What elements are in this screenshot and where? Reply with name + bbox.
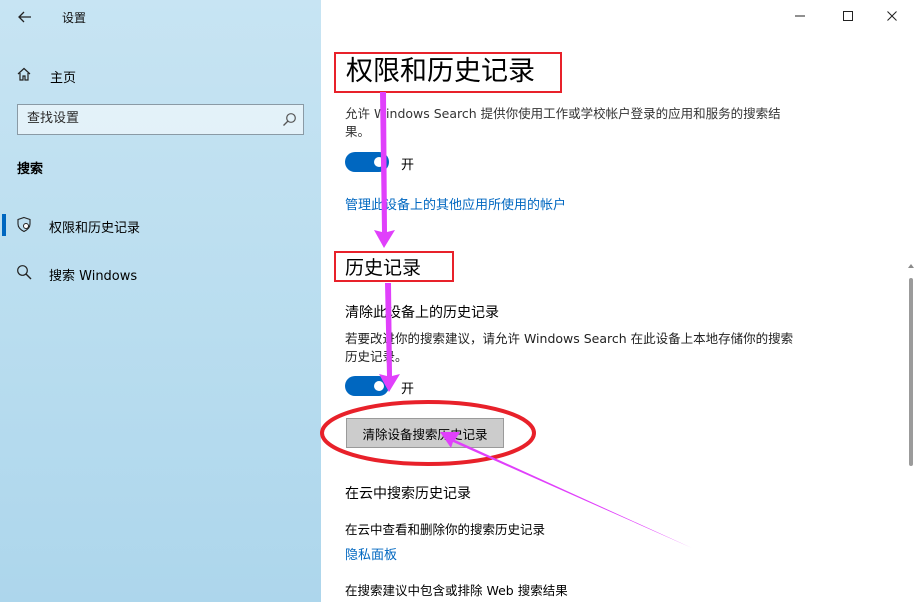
privacy-dashboard-link[interactable]: 隐私面板 bbox=[345, 544, 397, 563]
search-history-toggle[interactable] bbox=[345, 376, 389, 396]
close-icon bbox=[887, 11, 897, 21]
sidebar-item-label: 搜索 Windows bbox=[49, 269, 138, 284]
sidebar-section-label: 搜索 bbox=[17, 162, 44, 177]
home-icon bbox=[17, 67, 31, 81]
toggle-knob bbox=[374, 157, 384, 167]
toggle-knob bbox=[374, 381, 384, 391]
search-icon[interactable] bbox=[282, 112, 297, 127]
clear-history-button[interactable]: 清除设备搜索历史记录 bbox=[346, 418, 504, 448]
cloud-search-toggle[interactable] bbox=[345, 152, 389, 172]
toggle-state-label: 开 bbox=[401, 158, 415, 173]
back-arrow-icon bbox=[18, 11, 31, 23]
cloud-history-subtitle: 在云中搜索历史记录 bbox=[345, 486, 471, 502]
selection-indicator bbox=[2, 214, 6, 236]
clear-history-subtitle: 清除此设备上的历史记录 bbox=[345, 305, 499, 321]
search-box[interactable] bbox=[17, 104, 304, 135]
annotation-box-history bbox=[334, 251, 454, 282]
maximize-button[interactable] bbox=[825, 0, 871, 32]
web-results-description: 在搜索建议中包含或排除 Web 搜索结果 bbox=[345, 583, 568, 598]
close-button[interactable] bbox=[869, 0, 915, 32]
cloud-history-description: 在云中查看和删除你的搜索历史记录 bbox=[345, 522, 546, 537]
scroll-up-arrow-icon[interactable] bbox=[907, 262, 915, 270]
minimize-button[interactable] bbox=[777, 0, 823, 32]
minimize-icon bbox=[795, 15, 805, 17]
sidebar-item-label: 权限和历史记录 bbox=[49, 221, 141, 236]
permissions-description: 允许 Windows Search 提供你使用工作或学校帐户登录的应用和服务的搜… bbox=[345, 106, 781, 139]
maximize-icon bbox=[843, 11, 853, 21]
toggle-state-label: 开 bbox=[401, 382, 415, 397]
manage-accounts-link[interactable]: 管理此设备上的其他应用所使用的帐户 bbox=[345, 194, 566, 213]
sidebar-item-label: 主页 bbox=[50, 71, 77, 86]
search-input[interactable] bbox=[27, 111, 267, 126]
back-button[interactable] bbox=[8, 3, 42, 31]
app-title: 设置 bbox=[62, 11, 87, 25]
sidebar: 设置 主页 搜索 权限和历史记录 搜索 Windows bbox=[0, 0, 321, 602]
sidebar-item-home[interactable]: 主页 bbox=[0, 58, 321, 92]
search-icon bbox=[17, 265, 32, 280]
scrollbar-thumb[interactable] bbox=[909, 278, 913, 466]
history-description: 若要改进你的搜索建议，请允许 Windows Search 在此设备上本地存储你… bbox=[345, 331, 794, 364]
annotation-box-title bbox=[334, 52, 562, 93]
sidebar-item-search-windows[interactable]: 搜索 Windows bbox=[0, 255, 321, 291]
shield-search-icon bbox=[17, 216, 31, 233]
sidebar-item-permissions-history[interactable]: 权限和历史记录 bbox=[0, 207, 321, 243]
